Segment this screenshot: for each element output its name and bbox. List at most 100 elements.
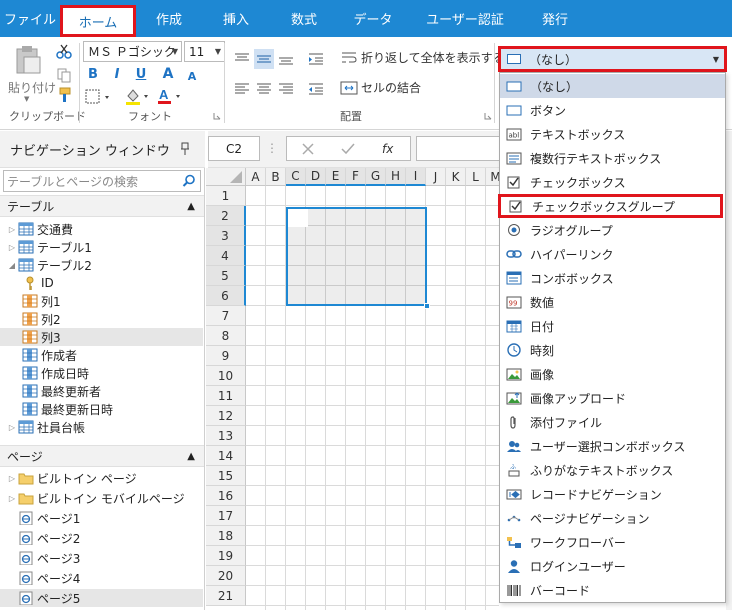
table-tree-item[interactable]: ◢ テーブル2 <box>0 256 203 274</box>
table-tree-item[interactable]: 列1 <box>0 292 203 310</box>
column-header[interactable]: F <box>346 168 366 186</box>
dropdown-item[interactable]: 添付ファイル <box>500 410 725 434</box>
paste-dropdown-arrow[interactable]: ▼ <box>24 95 29 103</box>
align-left-icon[interactable] <box>233 81 251 97</box>
dropdown-item[interactable]: 時刻 <box>500 338 725 362</box>
copy-icon[interactable] <box>56 67 72 83</box>
dropdown-item[interactable]: チェックボックスグループ <box>498 194 723 218</box>
cut-icon[interactable] <box>56 43 72 59</box>
paste-button[interactable]: 貼り付け ▼ <box>6 43 56 103</box>
row-header[interactable]: 1 <box>206 186 246 206</box>
dropdown-item[interactable]: 画像 <box>500 362 725 386</box>
tab-data[interactable]: データ <box>338 0 408 37</box>
formula-input[interactable] <box>416 136 500 161</box>
row-header[interactable]: 13 <box>206 426 246 446</box>
font-shrink-button[interactable]: A <box>183 67 201 85</box>
dropdown-item[interactable]: ログインユーザー <box>500 554 725 578</box>
dropdown-item[interactable]: 画像アップロード <box>500 386 725 410</box>
column-header[interactable]: A <box>246 168 266 186</box>
dropdown-item[interactable]: チェックボックス <box>500 170 725 194</box>
dropdown-item[interactable]: （なし） <box>500 74 725 98</box>
column-header[interactable]: B <box>266 168 286 186</box>
align-middle-icon[interactable] <box>254 49 274 69</box>
search-icon[interactable] <box>182 174 196 188</box>
row-header[interactable]: 8 <box>206 326 246 346</box>
align-right-icon[interactable] <box>277 81 295 97</box>
row-header[interactable]: 11 <box>206 386 246 406</box>
column-header[interactable]: E <box>326 168 346 186</box>
active-cell[interactable] <box>288 209 308 227</box>
tab-home[interactable]: ホーム <box>60 5 136 37</box>
tab-file[interactable]: ファイル <box>0 0 60 37</box>
table-tree-item[interactable]: 作成者 <box>0 346 203 364</box>
font-color-icon[interactable]: A <box>156 87 184 105</box>
dropdown-item[interactable]: 複数行テキストボックス <box>500 146 725 170</box>
page-tree-item[interactable]: ページ1 <box>0 509 203 527</box>
nav-search-input[interactable]: テーブルとページの検索 <box>3 170 201 192</box>
row-header[interactable]: 18 <box>206 526 246 546</box>
caret-right-icon[interactable]: ▷ <box>6 423 18 432</box>
row-header[interactable]: 12 <box>206 406 246 426</box>
dropdown-item[interactable]: コンボボックス <box>500 266 725 290</box>
font-name-combo[interactable]: ＭＳ Ｐゴシック ▼ <box>83 41 182 62</box>
dropdown-item[interactable]: ボタン <box>500 98 725 122</box>
align-center-icon[interactable] <box>255 81 273 97</box>
page-tree-item[interactable]: ページ4 <box>0 569 203 587</box>
row-header[interactable]: 17 <box>206 506 246 526</box>
select-all-corner[interactable] <box>206 168 246 186</box>
column-header[interactable]: K <box>446 168 466 186</box>
merge-cells-button[interactable]: セルの結合 <box>340 79 421 96</box>
row-header[interactable]: 10 <box>206 366 246 386</box>
column-header[interactable]: J <box>426 168 446 186</box>
page-tree-item[interactable]: ページ5 <box>0 589 203 607</box>
caret-right-icon[interactable]: ▷ <box>6 225 18 234</box>
dropdown-item[interactable]: ワークフローバー <box>500 530 725 554</box>
caret-right-icon[interactable]: ▷ <box>6 494 18 503</box>
row-header[interactable]: 7 <box>206 306 246 326</box>
tab-insert[interactable]: 挿入 <box>202 0 270 37</box>
table-tree-item[interactable]: ▷ 交通費 <box>0 220 203 238</box>
dropdown-item[interactable]: レコードナビゲーション <box>500 482 725 506</box>
dropdown-item[interactable]: abl テキストボックス <box>500 122 725 146</box>
dropdown-item[interactable]: ふ ふりがなテキストボックス <box>500 458 725 482</box>
row-header[interactable]: 2 <box>206 206 246 226</box>
tab-create[interactable]: 作成 <box>136 0 202 37</box>
row-header[interactable]: 9 <box>206 346 246 366</box>
cell-reference-box[interactable]: C2 <box>208 136 260 161</box>
tab-formula[interactable]: 数式 <box>270 0 338 37</box>
table-tree-item[interactable]: 列2 <box>0 310 203 328</box>
dialog-launcher-icon[interactable] <box>484 112 492 120</box>
row-header[interactable]: 5 <box>206 266 246 286</box>
cancel-icon[interactable] <box>300 141 316 157</box>
row-header[interactable]: 6 <box>206 286 246 306</box>
column-header[interactable]: H <box>386 168 406 186</box>
fx-icon[interactable]: fx <box>382 142 393 156</box>
dialog-launcher-icon[interactable] <box>213 112 221 120</box>
column-header[interactable]: G <box>366 168 386 186</box>
bold-button[interactable]: B <box>84 65 102 83</box>
format-painter-icon[interactable] <box>56 87 72 103</box>
row-header[interactable]: 3 <box>206 226 246 246</box>
row-header[interactable]: 21 <box>206 586 246 606</box>
table-tree-item[interactable]: ID <box>0 274 203 292</box>
page-tree-item[interactable]: ▷ ビルトイン モバイルページ <box>0 489 203 507</box>
page-tree-item[interactable]: ページ2 <box>0 529 203 547</box>
dropdown-item[interactable]: ハイパーリンク <box>500 242 725 266</box>
outdent-icon[interactable] <box>307 81 325 97</box>
dropdown-item[interactable]: ラジオグループ <box>500 218 725 242</box>
table-tree-item[interactable]: 列3 <box>0 328 203 346</box>
column-header[interactable]: M <box>486 168 499 186</box>
dropdown-item[interactable]: 99 数値 <box>500 290 725 314</box>
page-tree-item[interactable]: ページ3 <box>0 549 203 567</box>
confirm-icon[interactable] <box>340 141 356 157</box>
dropdown-item[interactable]: ページナビゲーション <box>500 506 725 530</box>
table-tree-item[interactable]: 最終更新日時 <box>0 400 203 418</box>
table-tree-item[interactable]: ▷ 社員台帳 <box>0 418 203 436</box>
tables-section-header[interactable]: テーブル ▲ <box>0 195 204 217</box>
dropdown-item[interactable]: 日付 <box>500 314 725 338</box>
row-header[interactable]: 19 <box>206 546 246 566</box>
column-header[interactable]: D <box>306 168 326 186</box>
tab-user-auth[interactable]: ユーザー認証 <box>408 0 522 37</box>
border-icon[interactable] <box>85 89 113 105</box>
caret-down-icon[interactable]: ◢ <box>6 261 18 270</box>
